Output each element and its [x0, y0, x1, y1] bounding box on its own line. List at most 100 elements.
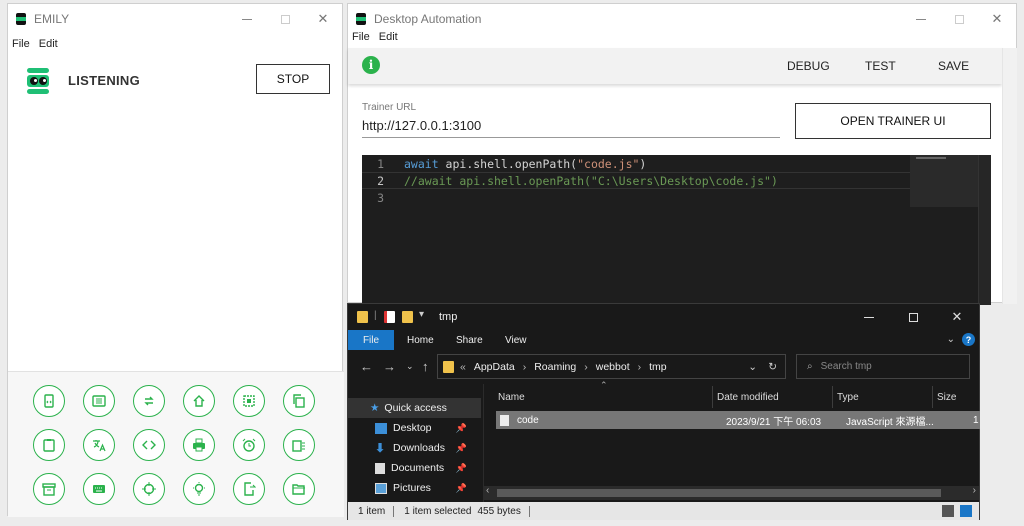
minimize-button[interactable] [902, 4, 940, 34]
translate-button[interactable] [83, 429, 115, 461]
breadcrumb-tmp[interactable]: tmp [649, 361, 667, 373]
automation-titlebar: Desktop Automation ✕ [348, 4, 1016, 34]
properties-icon[interactable] [384, 311, 395, 323]
open-trainer-button[interactable]: OPEN TRAINER UI [795, 103, 991, 139]
code-minimap[interactable] [910, 155, 978, 207]
recent-locations-icon[interactable]: ⌄ [406, 361, 414, 372]
clipboard-button[interactable] [33, 429, 65, 461]
editor-scrollbar[interactable] [978, 155, 991, 305]
column-name[interactable]: Name [498, 386, 525, 408]
chevron-down-icon[interactable]: ⌄ [748, 361, 757, 373]
details-view-icon[interactable] [942, 505, 954, 517]
crosshair-button[interactable] [133, 473, 165, 505]
back-icon[interactable]: ← [360, 359, 373, 374]
address-bar[interactable]: « AppData › Roaming › webbot › tmp ⌄ ↻ [437, 354, 786, 379]
help-icon[interactable]: ? [962, 333, 975, 346]
alarm-icon [242, 438, 256, 452]
listening-status: LISTENING [68, 73, 141, 88]
file-list-button[interactable] [283, 429, 315, 461]
close-button[interactable]: ✕ [304, 4, 342, 34]
close-button[interactable]: ✕ [978, 4, 1016, 34]
nav-item-desktop[interactable]: Desktop 📌 [348, 418, 481, 438]
keyboard-button[interactable] [83, 473, 115, 505]
save-button[interactable]: SAVE [938, 59, 969, 73]
minimize-button[interactable] [228, 4, 266, 34]
new-folder-icon[interactable] [402, 311, 413, 323]
file-export-icon [244, 482, 256, 496]
loop-button[interactable] [133, 385, 165, 417]
sort-up-icon: ⌃ [600, 380, 608, 390]
window-title: Desktop Automation [374, 12, 482, 26]
maximize-button[interactable] [891, 304, 935, 330]
archive-button[interactable] [33, 473, 65, 505]
loop-icon [144, 396, 154, 406]
folder-icon [357, 311, 368, 323]
file-code-button[interactable] [33, 385, 65, 417]
file-code-icon [44, 394, 54, 408]
printer-icon [193, 438, 205, 452]
copy-button[interactable] [283, 385, 315, 417]
large-icons-view-icon[interactable] [960, 505, 972, 517]
tab-home[interactable]: Home [407, 330, 434, 350]
customize-toolbar-icon[interactable]: ▾ [419, 309, 424, 320]
test-button[interactable]: TEST [865, 59, 896, 73]
nav-item-quick-access[interactable]: ★ Quick access [348, 398, 481, 418]
menu-edit[interactable]: Edit [39, 38, 58, 50]
list-alt-button[interactable] [83, 385, 115, 417]
navigation-bar: ← → ⌄ ↑ « AppData › Roaming › webbot › t… [348, 350, 979, 384]
debug-button[interactable]: DEBUG [787, 59, 830, 73]
menu-file[interactable]: File [12, 38, 30, 50]
info-icon[interactable]: i [362, 56, 380, 74]
column-type[interactable]: Type [837, 386, 859, 408]
breadcrumb-roaming[interactable]: Roaming [534, 361, 576, 373]
breadcrumb-webbot[interactable]: webbot [596, 361, 630, 373]
search-input[interactable]: ⌕ Search tmp [796, 354, 970, 379]
tab-view[interactable]: View [505, 330, 527, 350]
select-region-button[interactable] [233, 385, 265, 417]
window-scrollbar[interactable] [1002, 48, 1017, 304]
folder-open-button[interactable] [283, 473, 315, 505]
tab-file[interactable]: File [348, 330, 394, 350]
code-button[interactable] [133, 429, 165, 461]
stop-button[interactable]: STOP [256, 64, 330, 94]
app-logo-icon [16, 13, 26, 25]
code-line[interactable]: 3 [362, 189, 910, 206]
column-date-modified[interactable]: Date modified [717, 386, 779, 408]
maximize-button[interactable] [266, 4, 304, 34]
close-button[interactable]: ✕ [935, 304, 979, 330]
emily-window: EMILY ✕ File Edit LISTENING STOP [7, 3, 344, 517]
folder-icon [443, 360, 454, 373]
minimize-button[interactable] [847, 304, 891, 330]
refresh-icon[interactable]: ↻ [768, 361, 777, 373]
maximize-button[interactable] [940, 4, 978, 34]
printer-button[interactable] [183, 429, 215, 461]
code-editor[interactable]: 1 await api.shell.openPath("code.js") 2 … [362, 155, 991, 305]
trainer-url-input[interactable]: http://127.0.0.1:3100 [362, 116, 780, 138]
up-icon[interactable]: ↑ [422, 359, 429, 374]
listening-row: LISTENING STOP [8, 61, 344, 101]
emily-menubar: File Edit [8, 34, 342, 54]
code-line[interactable]: 2 //await api.shell.openPath("C:\Users\D… [362, 172, 910, 189]
file-row[interactable]: code 2023/9/21 下午 06:03 JavaScript 來源檔..… [496, 411, 980, 429]
file-export-button[interactable] [233, 473, 265, 505]
pin-icon: 📌 [455, 462, 467, 473]
selection-size: 455 bytes [477, 505, 521, 517]
code-line[interactable]: 1 await api.shell.openPath("code.js") [362, 155, 910, 172]
column-size[interactable]: Size [937, 386, 956, 408]
ribbon-tabs: File Home Share View ⌄ ? [348, 330, 979, 350]
nav-item-pictures[interactable]: Pictures 📌 [348, 478, 481, 498]
forward-icon[interactable]: → [383, 359, 396, 374]
trainer-url-label: Trainer URL [362, 102, 417, 113]
collapse-ribbon-icon[interactable]: ⌄ [947, 334, 955, 345]
lightbulb-button[interactable] [183, 473, 215, 505]
nav-item-documents[interactable]: Documents 📌 [348, 458, 481, 478]
home-button[interactable] [183, 385, 215, 417]
alarm-button[interactable] [233, 429, 265, 461]
select-region-icon [243, 395, 255, 407]
pin-icon: 📌 [455, 482, 467, 493]
download-icon: ⬇ [375, 440, 386, 455]
nav-item-downloads[interactable]: ⬇ Downloads 📌 [348, 438, 481, 458]
breadcrumb-appdata[interactable]: AppData [474, 361, 515, 373]
horizontal-scrollbar[interactable]: ‹ › [483, 485, 979, 500]
tab-share[interactable]: Share [456, 330, 483, 350]
